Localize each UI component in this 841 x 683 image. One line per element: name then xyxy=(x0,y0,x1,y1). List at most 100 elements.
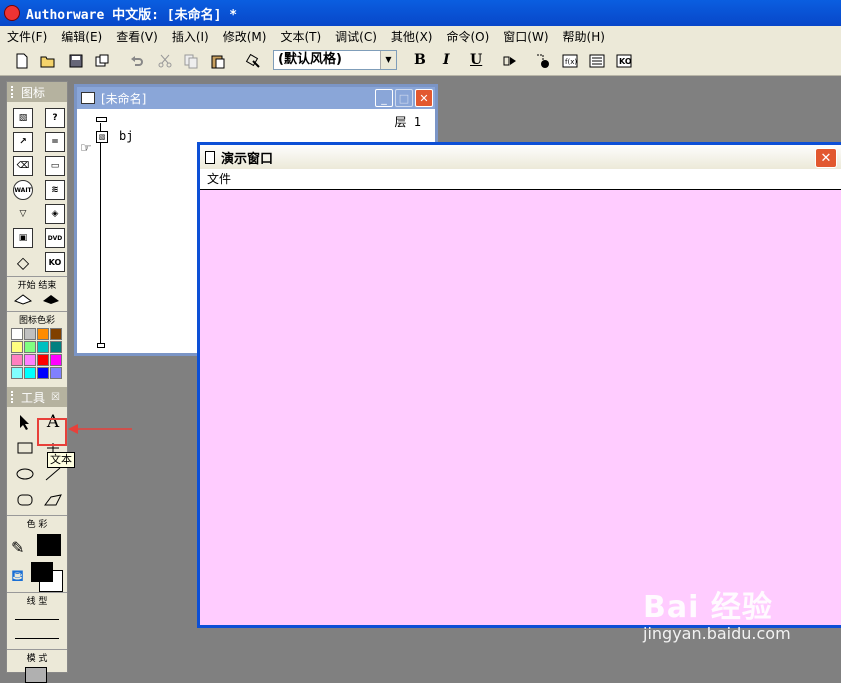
undo-button[interactable] xyxy=(127,51,147,71)
rounded-rectangle-tool[interactable] xyxy=(13,489,37,511)
presentation-window-title: 演示窗口 xyxy=(221,151,274,167)
motion-icon[interactable]: ↗ xyxy=(13,132,33,152)
color-swatch[interactable] xyxy=(11,354,23,366)
interaction-icon[interactable]: = xyxy=(45,132,65,152)
minimize-button[interactable]: _ xyxy=(375,89,393,107)
start-end-label: 开始 结束 xyxy=(7,276,67,291)
new-file-button[interactable] xyxy=(12,51,32,71)
wait-icon[interactable]: WAIT xyxy=(13,180,33,200)
bold-button[interactable]: B xyxy=(414,52,426,68)
paste-button[interactable] xyxy=(208,51,228,71)
icon-color-swatches xyxy=(7,326,67,379)
sound-icon[interactable]: ◇ xyxy=(13,252,33,272)
run-button[interactable] xyxy=(500,51,520,71)
pointer-tool[interactable] xyxy=(13,411,37,433)
copy-button[interactable] xyxy=(181,51,201,71)
grip-icon[interactable] xyxy=(11,391,17,403)
functions-button[interactable]: f(x) xyxy=(560,51,580,71)
control-panel-button[interactable] xyxy=(533,51,553,71)
color-swatch[interactable] xyxy=(37,367,49,379)
menu-modify[interactable]: 修改(M) xyxy=(216,28,274,45)
line-style-thin[interactable] xyxy=(15,619,59,620)
line-color-swatch[interactable] xyxy=(37,534,61,556)
start-flag-icon[interactable] xyxy=(13,293,33,305)
mode-selector[interactable] xyxy=(25,667,47,683)
navigate-icon[interactable]: ▽ xyxy=(13,204,33,224)
menu-other[interactable]: 其他(X) xyxy=(384,28,440,45)
menu-file[interactable]: 文件(F) xyxy=(0,28,54,45)
presentation-stage[interactable] xyxy=(200,190,841,630)
stop-flag-icon[interactable] xyxy=(41,293,61,305)
flowline-window-title: [未命名] xyxy=(101,91,147,106)
color-swatch[interactable] xyxy=(11,328,23,340)
close-button[interactable]: ✕ xyxy=(815,148,837,168)
grip-icon[interactable] xyxy=(11,86,17,98)
icon-color-label: 图标色彩 xyxy=(7,311,67,326)
save-all-button[interactable] xyxy=(66,51,86,71)
variables-button[interactable] xyxy=(587,51,607,71)
menu-edit[interactable]: 编辑(E) xyxy=(54,28,109,45)
display-icon[interactable]: ▧ xyxy=(13,108,33,128)
maximize-button[interactable]: □ xyxy=(395,89,413,107)
framework-icon[interactable]: ▣ xyxy=(13,228,33,248)
color-swatch[interactable] xyxy=(24,328,36,340)
copy-icon xyxy=(184,54,198,69)
color-swatch[interactable] xyxy=(50,354,62,366)
flowline-icon-label[interactable]: bj xyxy=(119,129,133,143)
close-icon[interactable]: ☒ xyxy=(51,392,60,403)
polygon-tool[interactable] xyxy=(41,489,65,511)
rectangle-tool[interactable] xyxy=(13,437,37,459)
knowledge-objects-icon: KO xyxy=(616,54,632,68)
icon-palette-title: 图标 xyxy=(21,85,46,100)
knowledge-objects-button[interactable]: KO xyxy=(614,51,634,71)
color-swatch[interactable] xyxy=(24,354,36,366)
color-swatch[interactable] xyxy=(37,341,49,353)
text-style-dropdown[interactable]: (默认风格) ▼ xyxy=(273,50,397,70)
underline-button[interactable]: U xyxy=(470,52,482,68)
find-button[interactable] xyxy=(243,51,263,71)
video-icon[interactable]: DVD xyxy=(45,228,65,248)
color-swatch[interactable] xyxy=(50,367,62,379)
menu-window[interactable]: 窗口(W) xyxy=(496,28,555,45)
erase-icon[interactable]: ⌫ xyxy=(13,156,33,176)
color-swatch[interactable] xyxy=(50,328,62,340)
calculation-icon[interactable]: ▭ xyxy=(45,156,65,176)
open-file-button[interactable] xyxy=(38,51,58,71)
menu-debug[interactable]: 调试(C) xyxy=(328,28,384,45)
menu-help[interactable]: 帮助(H) xyxy=(556,28,612,45)
line-style-medium[interactable] xyxy=(15,638,59,639)
foreground-color-swatch[interactable] xyxy=(31,562,53,582)
color-swatch[interactable] xyxy=(11,367,23,379)
tools-title: 工具 xyxy=(21,390,46,405)
pencil-icon: ✎ xyxy=(11,538,25,557)
watermark-line2: jingyan.baidu.com xyxy=(643,624,791,643)
presentation-menu-file[interactable]: 文件 xyxy=(207,172,231,186)
menu-insert[interactable]: 插入(I) xyxy=(165,28,216,45)
ellipse-tool[interactable] xyxy=(13,463,37,485)
map-icon[interactable]: ≋ xyxy=(45,180,65,200)
open-folder-icon xyxy=(40,56,55,68)
decision-icon[interactable]: ? xyxy=(45,108,65,128)
color-swatch[interactable] xyxy=(11,341,23,353)
color-swatch[interactable] xyxy=(24,367,36,379)
color-swatch[interactable] xyxy=(37,354,49,366)
display-icon[interactable]: ▧ xyxy=(96,131,108,143)
control-panel-icon xyxy=(537,54,549,68)
italic-button[interactable]: I xyxy=(443,52,450,68)
toolbar: (默认风格) ▼ B I U f(x) KO xyxy=(0,47,841,76)
color-swatch[interactable] xyxy=(50,341,62,353)
color-swatch[interactable] xyxy=(24,341,36,353)
close-button[interactable]: ✕ xyxy=(415,89,433,107)
menu-view[interactable]: 查看(V) xyxy=(109,28,165,45)
menu-text[interactable]: 文本(T) xyxy=(273,28,328,45)
color-label: 色 彩 xyxy=(7,515,67,530)
import-button[interactable] xyxy=(92,51,112,71)
knowledge-object-icon[interactable]: KO xyxy=(45,252,65,272)
color-swatch[interactable] xyxy=(37,328,49,340)
cut-button[interactable] xyxy=(155,51,175,71)
menu-command[interactable]: 命令(O) xyxy=(439,28,496,45)
digital-movie-icon[interactable]: ◈ xyxy=(45,204,65,224)
rectangle-icon xyxy=(17,442,33,454)
diagonal-line-icon xyxy=(45,467,61,481)
icon-palette-grid: ▧ ? ↗ = ⌫ ▭ WAIT ≋ ▽ ◈ ▣ DVD ◇ KO xyxy=(7,102,67,272)
